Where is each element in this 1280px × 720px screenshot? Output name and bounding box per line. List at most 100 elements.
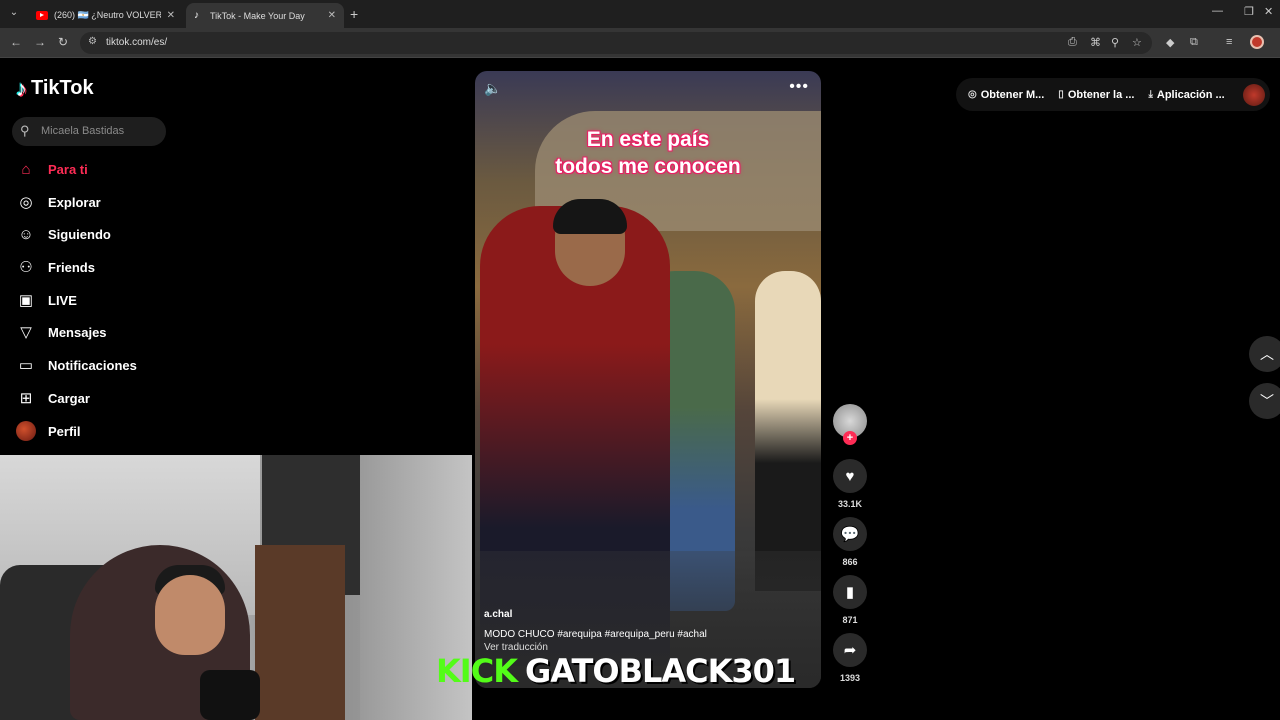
search-input[interactable]: ⚲ Micaela Bastidas <box>12 117 166 146</box>
tab-close-icon[interactable]: ✕ <box>328 10 336 21</box>
tab-title: TikTok - Make Your Day <box>210 10 305 21</box>
profile-avatar <box>16 421 36 441</box>
save-button[interactable]: ▮ <box>833 575 867 609</box>
phone-icon: ▯ <box>1058 89 1064 100</box>
tab-youtube[interactable]: (260) 🇦🇷 ¿Neutro VOLVERÁ a K... ✕ <box>28 3 183 28</box>
nav-item-cargar[interactable]: ⊞ Cargar <box>16 387 90 409</box>
browser-profile-avatar[interactable] <box>1250 35 1264 49</box>
share-button[interactable]: ➦ <box>833 633 867 667</box>
messages-icon: ▽ <box>20 324 32 341</box>
channel-name: GATOBLACK301 <box>524 652 796 690</box>
heart-icon: ♥ <box>845 467 855 485</box>
browser-tab-bar: ⌄ (260) 🇦🇷 ¿Neutro VOLVERÁ a K... ✕ ♪ Ti… <box>0 0 1280 28</box>
reload-icon[interactable]: ↻ <box>58 35 68 49</box>
tab-tiktok[interactable]: ♪ TikTok - Make Your Day ✕ <box>186 3 344 28</box>
nav-label: Perfil <box>48 423 81 439</box>
upload-icon: ⊞ <box>19 390 33 407</box>
tiktok-note-icon: ♪ <box>16 75 27 101</box>
notifications-icon: ▭ <box>18 357 34 374</box>
friends-icon: ⚇ <box>19 259 33 276</box>
next-video-button[interactable]: ﹀ <box>1249 383 1280 419</box>
nav-item-perfil[interactable]: Perfil <box>16 420 81 442</box>
comment-button[interactable]: 💬 <box>833 517 867 551</box>
webcam-overlay <box>0 455 472 720</box>
save-count: 871 <box>842 615 858 625</box>
video-player[interactable]: En este país todos me conocen 🔈 ••• a.ch… <box>475 71 821 688</box>
nav-item-friends[interactable]: ⚇ Friends <box>16 256 95 278</box>
media-control-icon[interactable]: ≡ <box>1226 36 1232 48</box>
restore-button[interactable]: ❐ <box>1244 5 1254 18</box>
share-count: 1393 <box>839 673 861 683</box>
nav-label: Explorar <box>48 194 101 210</box>
video-hair <box>553 199 627 234</box>
user-avatar[interactable] <box>1243 84 1265 106</box>
browser-address-bar: ← → ↻ ⚙ tiktok.com/es/ ⎙ ⌘ ⚲ ☆ ◆ ⧉ ≡ <box>0 28 1280 58</box>
tab-search-button[interactable]: ⌄ <box>6 5 22 21</box>
nav-item-siguiendo[interactable]: ☺ Siguiendo <box>16 223 111 245</box>
nav-label: Siguiendo <box>48 226 111 242</box>
nav-item-para-ti[interactable]: ⌂ Para ti <box>16 158 88 180</box>
stream-overlay-brand: KICK GATOBLACK301 <box>436 652 796 690</box>
pill-label: Obtener M... <box>980 88 1045 101</box>
nav-item-live[interactable]: ▣ LIVE <box>16 289 77 311</box>
live-icon: ▣ <box>18 292 34 309</box>
install-app-icon[interactable]: ⎙ <box>1068 36 1077 49</box>
forward-arrow-icon[interactable]: → <box>34 35 46 49</box>
get-coins-button[interactable]: ◎ Obtener M... <box>968 89 1044 101</box>
like-button[interactable]: ♥ <box>833 459 867 493</box>
pill-label: Aplicación ... <box>1156 88 1225 101</box>
kick-logo-text: KICK <box>436 652 518 690</box>
follow-plus-icon[interactable]: + <box>843 431 857 445</box>
download-app-button[interactable]: ⤓ Aplicación ... <box>1148 89 1224 101</box>
nav-label: Para ti <box>48 161 88 177</box>
nav-label: Mensajes <box>48 324 107 340</box>
share-arrow-icon: ➦ <box>843 642 857 659</box>
nav-item-mensajes[interactable]: ▽ Mensajes <box>16 321 107 343</box>
home-icon: ⌂ <box>21 160 31 178</box>
get-app-button[interactable]: ▯ Obtener la ... <box>1058 89 1134 101</box>
url-field[interactable]: ⚙ tiktok.com/es/ <box>80 32 1152 54</box>
chevron-up-icon: ︿ <box>1260 346 1274 362</box>
nav-label: Friends <box>48 259 95 275</box>
nav-label: LIVE <box>48 292 77 308</box>
video-description: MODO CHUCO #arequipa #arequipa_peru #ach… <box>484 629 707 640</box>
tiktok-logo[interactable]: ♪ TikTok <box>16 77 94 100</box>
extension-diamond-icon[interactable]: ◆ <box>1166 36 1174 49</box>
chevron-down-icon: ﹀ <box>1260 393 1274 409</box>
nav-label: Notificaciones <box>48 357 137 373</box>
more-options-icon[interactable]: ••• <box>789 78 809 96</box>
new-tab-button[interactable]: + <box>350 6 358 22</box>
volume-icon[interactable]: 🔈 <box>484 80 501 97</box>
url-text: tiktok.com/es/ <box>106 37 168 48</box>
comment-count: 866 <box>842 557 858 567</box>
nav-item-notificaciones[interactable]: ▭ Notificaciones <box>16 354 137 376</box>
previous-video-button[interactable]: ︿ <box>1249 336 1280 372</box>
video-person <box>755 271 821 591</box>
site-info-icon[interactable]: ⚙ <box>88 36 97 47</box>
video-username[interactable]: a.chal <box>484 609 512 620</box>
like-count: 33.1K <box>837 499 863 509</box>
webcam-microphone <box>200 670 260 720</box>
close-window-button[interactable]: ✕ <box>1264 5 1273 18</box>
pill-label: Obtener la ... <box>1067 88 1135 101</box>
coin-icon: ◎ <box>968 89 977 100</box>
extensions-puzzle-icon[interactable]: ⧉ <box>1190 36 1198 49</box>
youtube-icon <box>36 11 48 20</box>
comment-icon: 💬 <box>840 526 860 543</box>
top-actions-bar: ◎ Obtener M... ▯ Obtener la ... ⤓ Aplica… <box>956 78 1270 111</box>
translate-icon[interactable]: ⌘ <box>1090 36 1101 49</box>
caption-line: todos me conocen <box>555 155 741 178</box>
nav-item-explorar[interactable]: ◎ Explorar <box>16 191 101 213</box>
bookmark-star-icon[interactable]: ☆ <box>1132 36 1142 49</box>
video-caption: En este país todos me conocen <box>475 126 821 180</box>
tab-title: (260) 🇦🇷 ¿Neutro VOLVERÁ a K... <box>54 10 161 20</box>
nav-label: Cargar <box>48 390 90 406</box>
back-arrow-icon[interactable]: ← <box>10 35 22 49</box>
zoom-icon[interactable]: ⚲ <box>1111 36 1119 49</box>
minimize-button[interactable]: — <box>1212 5 1223 17</box>
following-icon: ☺ <box>18 225 34 243</box>
compass-icon: ◎ <box>19 194 33 211</box>
download-icon: ⤓ <box>1148 89 1153 100</box>
logo-text: TikTok <box>31 77 94 99</box>
tab-close-icon[interactable]: ✕ <box>167 10 175 21</box>
